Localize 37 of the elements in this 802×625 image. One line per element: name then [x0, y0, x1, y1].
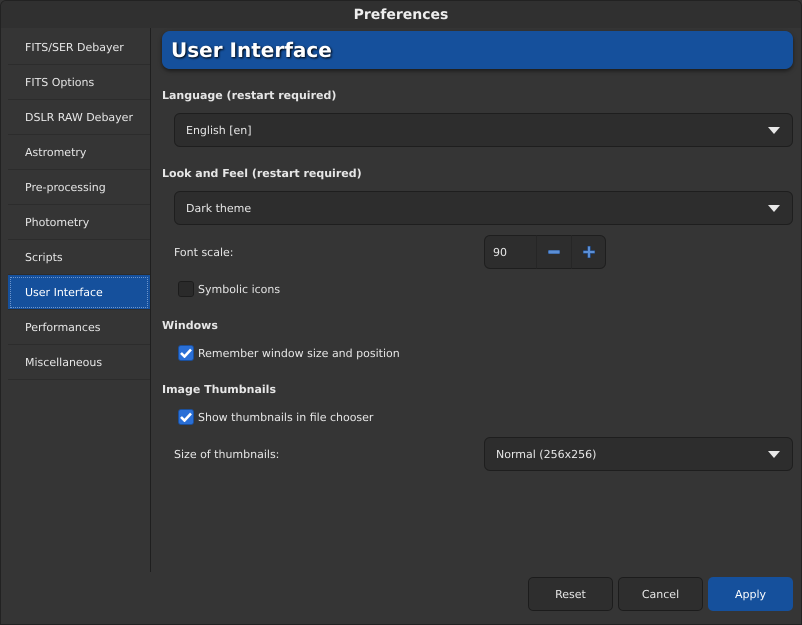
- dropdown[interactable]: Dark theme: [174, 191, 793, 225]
- page-title: User Interface: [162, 31, 793, 69]
- sidebar-item[interactable]: DSLR RAW Debayer: [8, 100, 150, 135]
- dialog-button[interactable]: Reset: [528, 577, 613, 611]
- sidebar-item[interactable]: Performances: [8, 310, 150, 345]
- minus-icon: [548, 250, 560, 254]
- sidebar-item[interactable]: FITS Options: [8, 65, 150, 100]
- dropdown[interactable]: Normal (256x256): [484, 437, 793, 471]
- plus-icon: [582, 246, 594, 258]
- field-label: Size of thumbnails:: [174, 448, 280, 460]
- checkbox[interactable]: [178, 345, 194, 361]
- checkbox-label: Show thumbnails in file chooser: [198, 410, 374, 424]
- field-label: Font scale:: [174, 246, 234, 258]
- sidebar-item[interactable]: Pre-processing: [8, 170, 150, 205]
- section-heading: Image Thumbnails: [162, 382, 277, 398]
- sidebar-item[interactable]: User Interface: [8, 275, 150, 310]
- decrement-button[interactable]: [536, 235, 571, 269]
- checkbox[interactable]: [178, 409, 194, 425]
- checkbox[interactable]: [178, 281, 194, 297]
- number-field[interactable]: 90: [484, 235, 536, 269]
- dialog-button[interactable]: Cancel: [618, 577, 703, 611]
- sidebar-item[interactable]: FITS/SER Debayer: [8, 30, 150, 65]
- sidebar-item[interactable]: Astrometry: [8, 135, 150, 170]
- caret-icon: [768, 450, 780, 458]
- dialog-button[interactable]: Apply: [708, 577, 793, 611]
- dropdown[interactable]: English [en]: [174, 113, 793, 147]
- caret-icon: [768, 204, 780, 212]
- sidebar-item[interactable]: Photometry: [8, 205, 150, 240]
- window-title: Preferences: [354, 6, 448, 22]
- caret-icon: [768, 126, 780, 134]
- checkbox-label: Remember window size and position: [198, 346, 400, 360]
- section-heading: Look and Feel (restart required): [162, 166, 363, 182]
- sidebar-item[interactable]: Miscellaneous: [8, 345, 150, 380]
- checkbox-label: Symbolic icons: [198, 282, 280, 296]
- increment-button[interactable]: [571, 235, 606, 269]
- section-heading: Language (restart required): [162, 88, 338, 104]
- section-heading: Windows: [162, 318, 219, 334]
